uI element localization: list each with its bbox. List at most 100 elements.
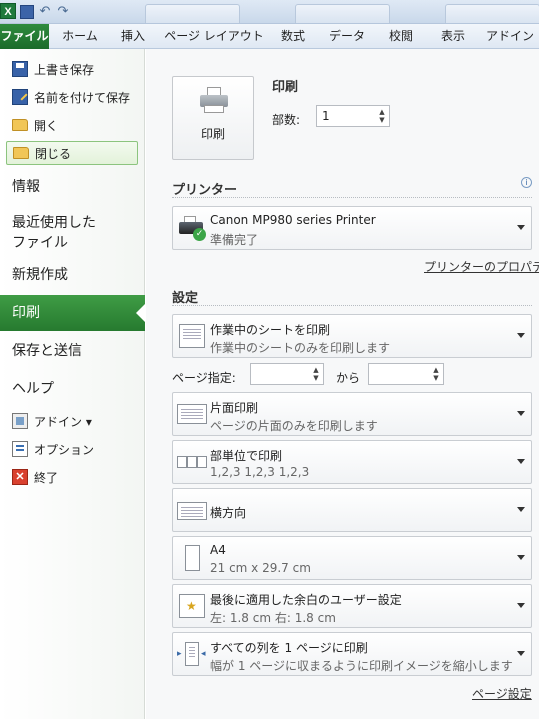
margins-icon: ★ bbox=[177, 592, 207, 620]
dropdown-arrow-icon bbox=[517, 333, 525, 338]
paper-size-title: A4 bbox=[210, 543, 226, 557]
title-bar: X ↶ ↷ bbox=[0, 0, 539, 24]
print-header: 印刷 bbox=[272, 80, 299, 95]
pages-label: ページ指定: bbox=[172, 371, 236, 385]
save-as-icon bbox=[12, 89, 28, 105]
settings-header: 設定 bbox=[172, 291, 199, 306]
tab-review[interactable]: 校閲 bbox=[381, 24, 421, 49]
print-button-label: 印刷 bbox=[200, 127, 225, 141]
tab-formulas[interactable]: 数式 bbox=[273, 24, 313, 49]
printer-dropdown[interactable]: ✓ Canon MP980 series Printer 準備完了 bbox=[172, 206, 532, 250]
tab-addin[interactable]: アドイン bbox=[484, 24, 536, 49]
tab-page-layout[interactable]: ページ レイアウト bbox=[162, 24, 266, 49]
tab-file[interactable]: ファイル bbox=[0, 24, 49, 49]
one-sided-icon bbox=[177, 400, 207, 428]
nav-recent-line1: 最近使用した bbox=[12, 215, 96, 231]
collate-icon bbox=[177, 448, 207, 476]
spinner-arrows-icon[interactable]: ▲ ▼ bbox=[311, 366, 321, 382]
save-icon[interactable] bbox=[20, 5, 34, 19]
nav-recent-line2: ファイル bbox=[12, 235, 68, 251]
info-icon[interactable]: i bbox=[521, 177, 532, 188]
spinner-arrows-icon[interactable]: ▲ ▼ bbox=[431, 366, 441, 382]
dropdown-arrow-icon bbox=[517, 225, 525, 230]
nav-save-send[interactable]: 保存と送信 bbox=[12, 341, 82, 361]
scaling-desc: 幅が 1 ページに収まるように印刷イメージを縮小します bbox=[210, 659, 513, 673]
nav-help[interactable]: ヘルプ bbox=[12, 379, 54, 399]
options-command[interactable]: オプション bbox=[6, 437, 138, 461]
window-tab[interactable] bbox=[445, 4, 539, 23]
close-folder-icon bbox=[13, 147, 29, 159]
print-what-title: 作業中のシートを印刷 bbox=[210, 323, 331, 337]
exit-label: 終了 bbox=[34, 470, 59, 485]
addins-command[interactable]: アドイン ▾ bbox=[6, 409, 138, 433]
open-folder-icon bbox=[12, 119, 28, 131]
save-label: 上書き保存 bbox=[34, 62, 95, 77]
orientation-dropdown[interactable]: 横方向 bbox=[172, 488, 532, 532]
exit-command[interactable]: ✕ 終了 bbox=[6, 465, 138, 489]
printer-icon bbox=[200, 87, 228, 113]
dropdown-arrow-icon bbox=[517, 459, 525, 464]
print-what-dropdown[interactable]: 作業中のシートを印刷 作業中のシートのみを印刷します bbox=[172, 314, 532, 358]
dropdown-arrow-icon bbox=[517, 651, 525, 656]
options-label: オプション bbox=[34, 442, 95, 457]
margins-title: 最後に適用した余白のユーザー設定 bbox=[210, 593, 402, 607]
print-what-desc: 作業中のシートのみを印刷します bbox=[210, 341, 391, 355]
copies-spinner[interactable]: 1 ▲ ▼ bbox=[316, 105, 390, 127]
copies-value: 1 bbox=[322, 109, 330, 123]
sides-title: 片面印刷 bbox=[210, 401, 259, 415]
nav-new[interactable]: 新規作成 bbox=[12, 265, 68, 285]
nav-print[interactable]: 印刷 bbox=[0, 295, 146, 331]
printer-ready-icon: ✓ bbox=[177, 214, 207, 242]
open-label: 開く bbox=[34, 118, 59, 133]
paper-size-dropdown[interactable]: A4 21 cm x 29.7 cm bbox=[172, 536, 532, 580]
save-as-command[interactable]: 名前を付けて保存 bbox=[6, 85, 138, 109]
addin-icon bbox=[12, 413, 28, 429]
printer-status: 準備完了 bbox=[210, 233, 259, 247]
quick-access-toolbar: ↶ ↷ bbox=[20, 4, 74, 20]
tab-home[interactable]: ホーム bbox=[55, 24, 105, 49]
scaling-dropdown[interactable]: ▸ ◂ すべての列を 1 ページに印刷 幅が 1 ページに収まるように印刷イメー… bbox=[172, 632, 532, 676]
close-label: 閉じる bbox=[35, 146, 72, 161]
tab-insert[interactable]: 挿入 bbox=[113, 24, 153, 49]
dropdown-arrow-icon bbox=[517, 411, 525, 416]
excel-logo-icon: X bbox=[0, 3, 16, 19]
pages-to-input[interactable]: ▲ ▼ bbox=[368, 363, 444, 385]
pages-to-label: から bbox=[336, 371, 361, 385]
save-command[interactable]: 上書き保存 bbox=[6, 57, 138, 81]
print-button[interactable]: 印刷 bbox=[172, 76, 254, 160]
tab-data[interactable]: データ bbox=[325, 24, 369, 49]
close-command[interactable]: 閉じる bbox=[6, 141, 138, 165]
copies-label: 部数: bbox=[272, 113, 301, 127]
save-as-label: 名前を付けて保存 bbox=[34, 90, 131, 105]
landscape-icon bbox=[177, 496, 207, 524]
printer-properties-link[interactable]: プリンターのプロパティ bbox=[424, 258, 539, 275]
divider bbox=[172, 197, 532, 198]
save-icon bbox=[12, 61, 28, 77]
scaling-title: すべての列を 1 ページに印刷 bbox=[210, 641, 368, 655]
redo-icon[interactable]: ↷ bbox=[56, 5, 70, 19]
dropdown-arrow-icon bbox=[517, 555, 525, 560]
margins-dropdown[interactable]: ★ 最後に適用した余白のユーザー設定 左: 1.8 cm 右: 1.8 cm bbox=[172, 584, 532, 628]
sides-dropdown[interactable]: 片面印刷 ページの片面のみを印刷します bbox=[172, 392, 532, 436]
collate-dropdown[interactable]: 部単位で印刷 1,2,3 1,2,3 1,2,3 bbox=[172, 440, 532, 484]
tab-view[interactable]: 表示 bbox=[433, 24, 473, 49]
nav-recent[interactable]: 最近使用した ファイル bbox=[12, 213, 96, 253]
spinner-arrows-icon[interactable]: ▲ ▼ bbox=[377, 108, 387, 124]
window-tab[interactable] bbox=[145, 4, 240, 23]
open-command[interactable]: 開く bbox=[6, 113, 138, 137]
printer-header: プリンター bbox=[172, 183, 238, 198]
nav-info[interactable]: 情報 bbox=[12, 177, 40, 197]
printer-name: Canon MP980 series Printer bbox=[210, 213, 376, 227]
collate-title: 部単位で印刷 bbox=[210, 449, 283, 463]
sides-desc: ページの片面のみを印刷します bbox=[210, 419, 378, 433]
backstage-nav: 上書き保存 名前を付けて保存 開く 閉じる 情報 最近使用した ファイル 新規作… bbox=[0, 49, 146, 719]
fit-columns-icon: ▸ ◂ bbox=[177, 640, 207, 668]
sheet-icon bbox=[177, 322, 207, 350]
pages-from-input[interactable]: ▲ ▼ bbox=[250, 363, 324, 385]
addins-label: アドイン ▾ bbox=[34, 414, 92, 429]
page-setup-link[interactable]: ページ設定 bbox=[472, 685, 532, 702]
dropdown-arrow-icon bbox=[517, 603, 525, 608]
undo-icon[interactable]: ↶ bbox=[38, 5, 52, 19]
margins-desc: 左: 1.8 cm 右: 1.8 cm bbox=[210, 611, 336, 625]
window-tab[interactable] bbox=[295, 4, 390, 23]
